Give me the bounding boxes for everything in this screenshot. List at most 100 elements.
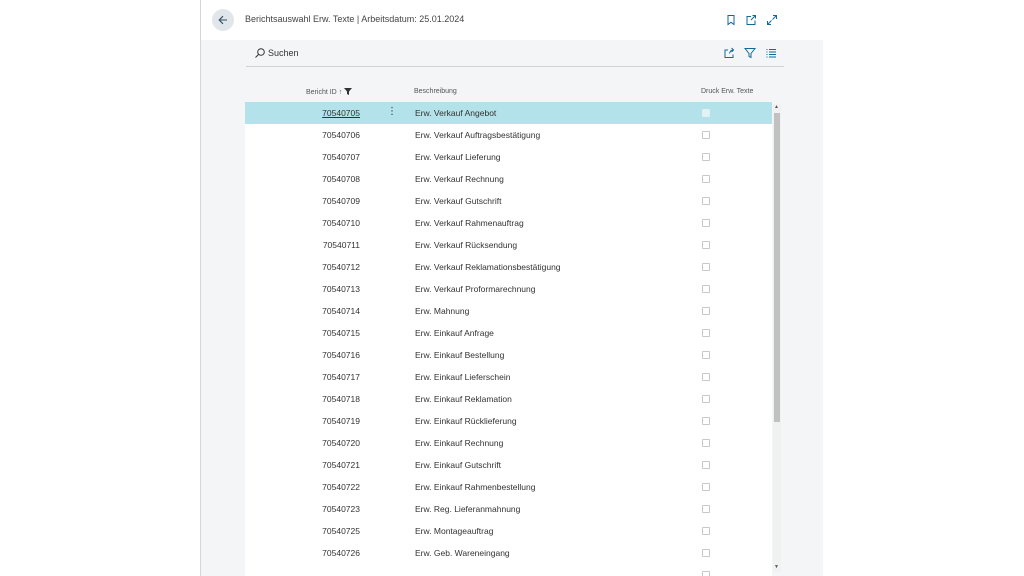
- print-ext-texts-checkbox[interactable]: [702, 505, 710, 513]
- share-icon[interactable]: [723, 47, 735, 59]
- scroll-down-icon[interactable]: ▼: [774, 564, 779, 570]
- sort-ascending-icon: ↑: [338, 89, 343, 96]
- print-ext-texts-checkbox[interactable]: [702, 351, 710, 359]
- print-ext-texts-checkbox[interactable]: [702, 549, 710, 557]
- report-description: Erw. Einkauf Reklamation: [415, 394, 512, 404]
- print-ext-texts-checkbox[interactable]: [702, 461, 710, 469]
- table-row[interactable]: 70540717 Erw. Einkauf Lieferschein: [245, 366, 772, 389]
- table-row[interactable]: [245, 564, 772, 576]
- report-id: 70540717: [322, 372, 360, 382]
- open-new-window-icon[interactable]: [745, 14, 757, 26]
- print-ext-texts-checkbox[interactable]: [702, 527, 710, 535]
- print-ext-texts-checkbox[interactable]: [702, 241, 710, 249]
- print-ext-texts-checkbox[interactable]: [702, 153, 710, 161]
- table-row[interactable]: 70540718 Erw. Einkauf Reklamation: [245, 388, 772, 411]
- report-id: 70540723: [322, 504, 360, 514]
- report-description: Erw. Einkauf Lieferschein: [415, 372, 511, 382]
- column-header-druck-erw-texte[interactable]: Druck Erw. Texte: [701, 88, 753, 95]
- search-icon[interactable]: [254, 47, 266, 59]
- column-header-bericht-id[interactable]: Bericht ID ↑: [306, 88, 353, 96]
- report-id: 70540714: [322, 306, 360, 316]
- report-id: 70540713: [322, 284, 360, 294]
- expand-icon[interactable]: [766, 14, 778, 26]
- back-arrow-icon: [218, 15, 227, 25]
- print-ext-texts-checkbox[interactable]: [702, 263, 710, 271]
- report-id: 70540718: [322, 394, 360, 404]
- table-row[interactable]: 70540712 Erw. Verkauf Reklamationsbestäti…: [245, 256, 772, 279]
- scrollbar-thumb[interactable]: [774, 113, 780, 422]
- report-id-link[interactable]: 70540705: [322, 108, 360, 118]
- print-ext-texts-checkbox[interactable]: [702, 219, 710, 227]
- table-row[interactable]: 70540707 Erw. Verkauf Lieferung: [245, 146, 772, 169]
- report-description: Erw. Einkauf Rahmenbestellung: [415, 482, 536, 492]
- search-bar[interactable]: [246, 42, 784, 67]
- scroll-up-icon[interactable]: ▲: [774, 104, 779, 110]
- search-input[interactable]: Suchen: [268, 48, 299, 58]
- list-view-icon[interactable]: [765, 47, 777, 59]
- report-id: 70540711: [322, 240, 360, 250]
- table-row[interactable]: 70540716 Erw. Einkauf Bestellung: [245, 344, 772, 367]
- table-row[interactable]: 70540711 Erw. Verkauf Rücksendung: [245, 234, 772, 257]
- report-id: 70540725: [322, 526, 360, 536]
- table-row[interactable]: 70540721 Erw. Einkauf Gutschrift: [245, 454, 772, 477]
- table-row[interactable]: 70540725 Erw. Montageauftrag: [245, 520, 772, 543]
- print-ext-texts-checkbox[interactable]: [702, 109, 710, 117]
- print-ext-texts-checkbox[interactable]: [702, 329, 710, 337]
- print-ext-texts-checkbox[interactable]: [702, 417, 710, 425]
- report-id: 70540722: [322, 482, 360, 492]
- report-description: Erw. Verkauf Rahmenauftrag: [415, 218, 524, 228]
- report-description: Erw. Verkauf Proformarechnung: [415, 284, 536, 294]
- report-id: 70540707: [322, 152, 360, 162]
- print-ext-texts-checkbox[interactable]: [702, 373, 710, 381]
- table-row[interactable]: 70540714 Erw. Mahnung: [245, 300, 772, 323]
- table-row[interactable]: 70540708 Erw. Verkauf Rechnung: [245, 168, 772, 191]
- report-id: 70540712: [322, 262, 360, 272]
- table-row[interactable]: 70540713 Erw. Verkauf Proformarechnung: [245, 278, 772, 301]
- report-id: 70540706: [322, 130, 360, 140]
- report-description: Erw. Verkauf Rücksendung: [415, 240, 518, 250]
- table-row[interactable]: 70540726 Erw. Geb. Wareneingang: [245, 542, 772, 565]
- report-id: 70540709: [322, 196, 360, 206]
- table-row[interactable]: 70540719 Erw. Einkauf Rücklieferung: [245, 410, 772, 433]
- print-ext-texts-checkbox[interactable]: [702, 483, 710, 491]
- print-ext-texts-checkbox[interactable]: [702, 197, 710, 205]
- print-ext-texts-checkbox[interactable]: [702, 395, 710, 403]
- report-description: Erw. Verkauf Reklamationsbestätigung: [415, 262, 561, 272]
- table-row[interactable]: 70540710 Erw. Verkauf Rahmenauftrag: [245, 212, 772, 235]
- table-row[interactable]: 70540709 Erw. Verkauf Gutschrift: [245, 190, 772, 213]
- row-actions-icon[interactable]: ⋮: [387, 105, 397, 119]
- report-description: Erw. Reg. Lieferanmahnung: [415, 504, 521, 514]
- report-description: Erw. Verkauf Rechnung: [415, 174, 504, 184]
- table-row[interactable]: 70540715 Erw. Einkauf Anfrage: [245, 322, 772, 345]
- report-id: 70540716: [322, 350, 360, 360]
- table-row[interactable]: 70540722 Erw. Einkauf Rahmenbestellung: [245, 476, 772, 499]
- report-id: 70540708: [322, 174, 360, 184]
- table-row[interactable]: 70540705 ⋮ Erw. Verkauf Angebot: [245, 102, 772, 125]
- report-description: Erw. Verkauf Gutschrift: [415, 196, 502, 206]
- report-id: 70540726: [322, 548, 360, 558]
- table-row[interactable]: 70540720 Erw. Einkauf Rechnung: [245, 432, 772, 455]
- report-description: Erw. Mahnung: [415, 306, 470, 316]
- page-title: Berichtsauswahl Erw. Texte | Arbeitsdatu…: [245, 14, 465, 24]
- report-description: Erw. Montageauftrag: [415, 526, 494, 536]
- column-header-beschreibung[interactable]: Beschreibung: [414, 88, 457, 95]
- table-row[interactable]: 70540723 Erw. Reg. Lieferanmahnung: [245, 498, 772, 521]
- report-description: Erw. Einkauf Rücklieferung: [415, 416, 517, 426]
- filter-icon[interactable]: [744, 47, 756, 59]
- print-ext-texts-checkbox[interactable]: [702, 175, 710, 183]
- bookmark-icon[interactable]: [725, 14, 737, 26]
- report-description: Erw. Verkauf Angebot: [415, 108, 497, 118]
- report-id: 70540721: [322, 460, 360, 470]
- report-id: 70540715: [322, 328, 360, 338]
- print-ext-texts-checkbox[interactable]: [702, 439, 710, 447]
- print-ext-texts-checkbox[interactable]: [702, 307, 710, 315]
- print-ext-texts-checkbox[interactable]: [702, 571, 710, 576]
- print-ext-texts-checkbox[interactable]: [702, 131, 710, 139]
- table-row[interactable]: 70540706 Erw. Verkauf Auftragsbestätigung: [245, 124, 772, 147]
- print-ext-texts-checkbox[interactable]: [702, 285, 710, 293]
- report-description: Erw. Verkauf Lieferung: [415, 152, 501, 162]
- report-description: Erw. Einkauf Bestellung: [415, 350, 505, 360]
- report-description: Erw. Geb. Wareneingang: [415, 548, 510, 558]
- report-description: Erw. Verkauf Auftragsbestätigung: [415, 130, 541, 140]
- back-button[interactable]: [212, 9, 234, 31]
